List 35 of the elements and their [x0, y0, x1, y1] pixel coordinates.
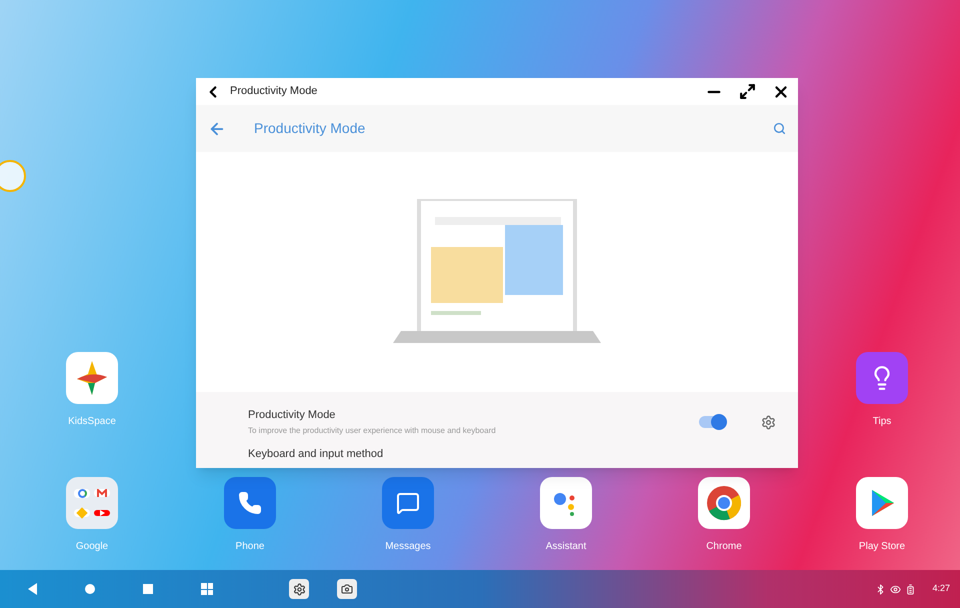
- setting-title: Productivity Mode: [248, 408, 336, 423]
- settings-taskbar-icon[interactable]: [289, 579, 309, 599]
- chrome-app-icon[interactable]: [698, 477, 750, 529]
- app-label: Assistant: [546, 540, 586, 554]
- camera-taskbar-icon[interactable]: [337, 579, 357, 599]
- app-label: Tips: [872, 415, 892, 429]
- clock-time: 4:27: [932, 582, 950, 596]
- app-label: KidsSpace: [68, 415, 116, 429]
- phone-app-icon[interactable]: [224, 477, 276, 529]
- search-icon[interactable]: [773, 122, 786, 135]
- toggle-switch[interactable]: [699, 416, 725, 428]
- app-label: Phone: [236, 540, 264, 554]
- home-nav-icon[interactable]: [85, 584, 95, 594]
- app-label: Messages: [385, 540, 431, 554]
- app-label: Google: [76, 540, 108, 554]
- play-store-app-icon[interactable]: [856, 477, 908, 529]
- settings-icon[interactable]: [761, 414, 776, 430]
- setting-summary: To improve the productivity user experience with mouse and keyboard: [248, 425, 497, 438]
- back-nav-icon[interactable]: [28, 583, 37, 595]
- kidsspace-app-icon[interactable]: [66, 352, 118, 404]
- messages-app-icon[interactable]: [382, 477, 434, 529]
- app-label: Play Store: [858, 540, 906, 554]
- eye-icon: [890, 584, 902, 594]
- edge-handle-icon[interactable]: [0, 160, 26, 192]
- assistant-app-icon[interactable]: [540, 477, 592, 529]
- battery-icon: [905, 584, 916, 594]
- google-folder-icon[interactable]: [66, 477, 118, 529]
- setting-title[interactable]: Keyboard and input method: [248, 446, 776, 462]
- app-bar-title: Productivity Mode: [254, 119, 366, 138]
- maximize-icon[interactable]: [739, 83, 756, 100]
- app-label: Chrome: [706, 540, 742, 554]
- bluetooth-icon: [875, 584, 886, 594]
- lightbulb-app-icon[interactable]: [856, 352, 908, 404]
- window-title: Productivity Mode: [230, 84, 318, 100]
- app-grid-icon[interactable]: [201, 583, 213, 595]
